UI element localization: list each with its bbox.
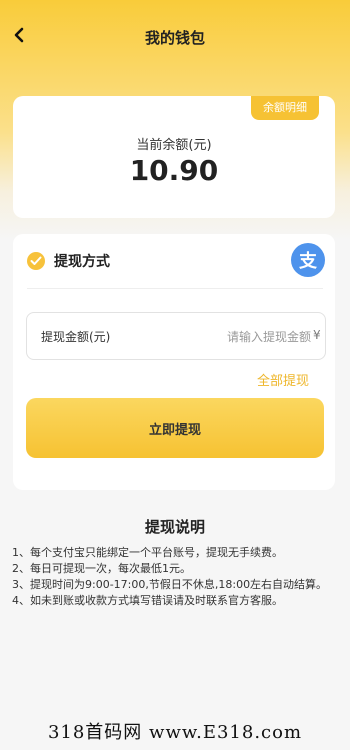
- watermark: 318首码网 www.E318.com: [47, 722, 303, 743]
- withdraw-all-link[interactable]: 全部提现: [257, 370, 309, 389]
- balance-value: 10.90: [129, 154, 219, 187]
- withdraw-method-label: 提现方式: [54, 254, 110, 270]
- currency-symbol: ¥: [313, 328, 321, 342]
- instructions-title: 提现说明: [144, 518, 205, 536]
- alipay-icon[interactable]: 支: [291, 243, 325, 277]
- amount-input[interactable]: [137, 323, 313, 351]
- instruction-item: 3、提现时间为9:00-17:00,节假日不休息,18:00左右自动结算。: [12, 578, 328, 591]
- withdraw-submit-button[interactable]: 立即提现: [26, 398, 324, 458]
- amount-field: 提现金额(元) ¥: [26, 312, 326, 360]
- balance-card: 余额明细 当前余额(元) 10.90: [13, 96, 335, 218]
- page-title: 我的钱包: [144, 29, 205, 47]
- instruction-item: 4、如未到账或收款方式填写错误请及时联系官方客服。: [12, 594, 283, 607]
- divider: [27, 288, 323, 289]
- instruction-item: 2、每日可提现一次，每次最低1元。: [12, 562, 191, 575]
- instruction-item: 1、每个支付宝只能绑定一个平台账号，提现无手续费。: [12, 546, 283, 559]
- withdraw-card: 提现方式 支 提现金额(元) ¥ 全部提现 立即提现: [13, 234, 335, 490]
- balance-label: 当前余额(元): [136, 138, 212, 153]
- withdraw-method-row: 提现方式 支: [13, 234, 335, 288]
- withdraw-instructions: 提现说明 1、每个支付宝只能绑定一个平台账号，提现无手续费。 2、每日可提现一次…: [12, 516, 338, 609]
- amount-label: 提现金额(元): [41, 330, 111, 344]
- nav-bar: 我的钱包: [0, 0, 350, 74]
- balance-detail-button[interactable]: 余额明细: [251, 96, 319, 120]
- check-icon: [27, 252, 45, 270]
